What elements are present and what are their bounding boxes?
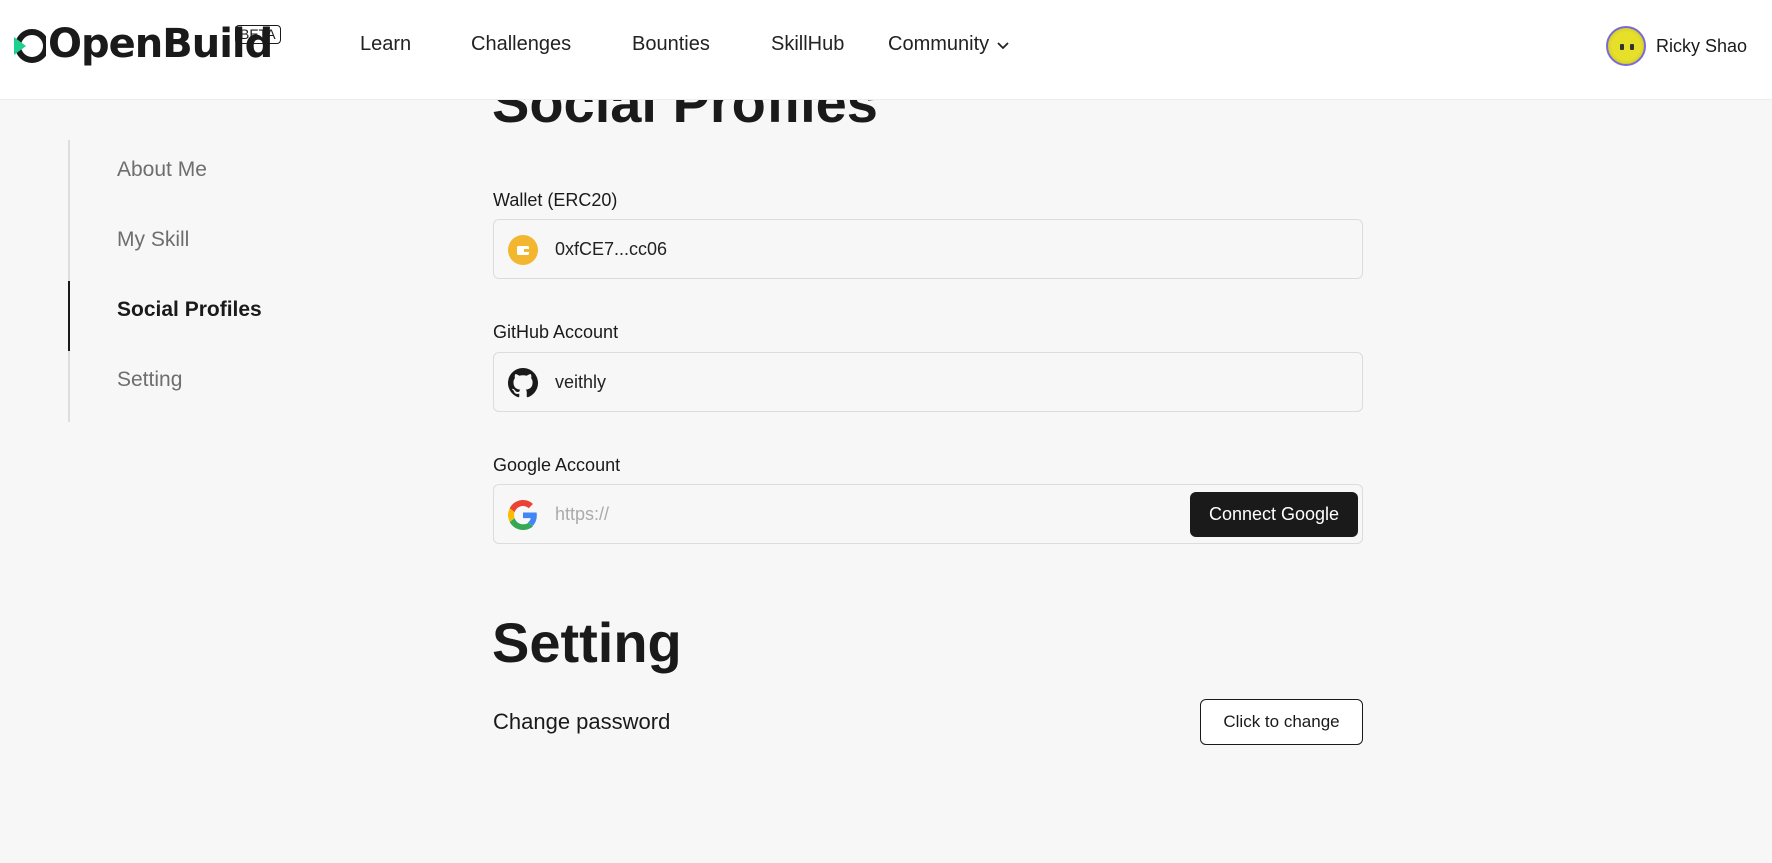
change-password-label: Change password [493,709,671,734]
sidebar-item-setting[interactable]: Setting [117,368,182,392]
github-field[interactable]: veithly [493,352,1363,412]
user-menu[interactable]: Ricky Shao [1605,26,1747,66]
avatar[interactable] [1605,26,1646,66]
beta-badge: BETA [235,25,281,44]
google-url-input[interactable]: https:// [555,504,609,525]
nav-learn[interactable]: Learn [360,33,411,56]
wallet-label: Wallet (ERC20) [493,190,618,210]
wallet-icon [508,235,538,265]
github-label: GitHub Account [493,322,619,342]
social-profiles-title: Social Profiles [492,100,878,134]
logo-mark-icon [12,24,49,64]
sidebar-item-social-profiles[interactable]: Social Profiles [117,298,262,322]
google-icon [508,500,538,530]
nav-challenges[interactable]: Challenges [471,33,571,56]
chevron-down-icon [997,33,1009,56]
change-password-button[interactable]: Click to change [1200,699,1363,745]
github-icon [508,368,538,398]
sidebar-active-indicator [68,281,70,351]
github-username: veithly [555,372,607,392]
sidebar-item-my-skill[interactable]: My Skill [117,228,189,252]
nav-skillhub[interactable]: SkillHub [771,33,844,56]
nav-community-label: Community [888,33,990,55]
top-header: OpenBuild BETA Learn Challenges Bounties… [0,0,1772,100]
wallet-field[interactable]: 0xfCE7...cc06 [493,219,1363,279]
nav-community[interactable]: Community [888,33,1009,56]
openbuild-logo[interactable]: OpenBuild [12,18,273,70]
sidebar-item-about-me[interactable]: About Me [117,158,207,182]
wallet-address: 0xfCE7...cc06 [555,239,668,259]
user-name: Ricky Shao [1655,35,1747,56]
google-label: Google Account [493,455,621,475]
google-field[interactable]: https:// Connect Google [493,484,1363,544]
nav-bounties[interactable]: Bounties [632,33,710,56]
setting-title: Setting [492,611,682,674]
connect-google-button[interactable]: Connect Google [1190,492,1358,537]
